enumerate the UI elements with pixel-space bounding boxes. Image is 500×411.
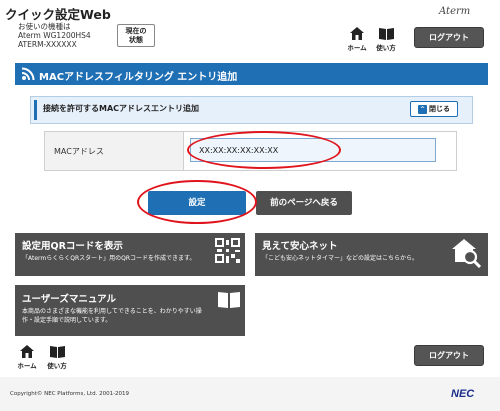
- device-name: ATERM-XXXXXX: [18, 40, 77, 49]
- device-model: Aterm WG1200HS4: [18, 31, 91, 40]
- collapse-button[interactable]: ^ 閉じる: [410, 101, 458, 117]
- safe-net-tile-title: 見えて安心ネット: [262, 241, 338, 252]
- logout-button[interactable]: ログアウト: [414, 27, 484, 48]
- house-search-icon: [452, 239, 481, 268]
- back-button[interactable]: 前のページへ戻る: [256, 191, 352, 215]
- manual-label: 使い方: [376, 44, 396, 52]
- safe-net-tile-desc: 「こども安心ネットタイマー」などの設定はこちらから。: [262, 255, 419, 262]
- status-button-line1: 現在の: [125, 27, 147, 35]
- qr-code-icon: [215, 238, 240, 263]
- button-highlight-circle: [137, 180, 257, 224]
- qr-tile-title: 設定用QRコードを表示: [22, 241, 123, 252]
- page: クイック設定Web お使いの機種は Aterm WG1200HS4 ATERM-…: [0, 0, 500, 411]
- book-icon: [49, 346, 65, 358]
- home-icon: [350, 27, 364, 40]
- current-status-button[interactable]: 現在の 状態: [117, 24, 155, 47]
- manual-nav[interactable]: 使い方: [374, 27, 398, 52]
- manual-tile-desc-line2: 作・設定手順で説明しています。: [22, 317, 112, 324]
- nec-logo: NEC: [451, 388, 475, 400]
- device-caption: お使いの機種は: [18, 22, 71, 31]
- user-manual-tile[interactable]: ユーザーズマニュアル 本商品のさまざまな機能を利用してできることを、わかりやすい…: [15, 285, 245, 336]
- qr-tile-desc: 「AtermらくらくQRスタート」用のQRコードを作成できます。: [22, 255, 196, 262]
- input-highlight-circle: [187, 131, 341, 169]
- book-icon: [378, 28, 394, 40]
- collapse-label: 閉じる: [429, 105, 450, 113]
- wifi-icon: [21, 67, 35, 81]
- home-nav[interactable]: ホーム: [345, 27, 369, 52]
- book-icon: [218, 292, 240, 308]
- footer-home-nav[interactable]: ホーム: [15, 345, 39, 370]
- home-label: ホーム: [347, 44, 367, 52]
- mac-address-label: MACアドレス: [54, 147, 104, 156]
- status-button-line2: 状態: [129, 36, 143, 44]
- qr-code-tile[interactable]: 設定用QRコードを表示 「AtermらくらくQRスタート」用のQRコードを作成で…: [15, 233, 245, 276]
- app-title: クイック設定Web: [5, 7, 111, 22]
- panel-accent-bar: [34, 100, 37, 120]
- chevron-up-icon: ^: [418, 104, 427, 114]
- aterm-logo: Aterm: [439, 6, 471, 17]
- footer-manual-nav[interactable]: 使い方: [45, 345, 69, 370]
- footer-logout-button[interactable]: ログアウト: [414, 345, 484, 366]
- section-title: MACアドレスフィルタリング エントリ追加: [39, 72, 238, 83]
- manual-tile-title: ユーザーズマニュアル: [22, 294, 117, 305]
- home-icon: [20, 345, 34, 358]
- footer-home-label: ホーム: [17, 362, 37, 370]
- manual-tile-desc-line1: 本商品のさまざまな機能を利用してできることを、わかりやすい操: [22, 308, 202, 315]
- copyright-text: Copyright© NEC Platforms, Ltd. 2001-2019: [10, 391, 130, 397]
- safe-net-tile[interactable]: 見えて安心ネット 「こども安心ネットタイマー」などの設定はこちらから。: [255, 233, 488, 276]
- footer-manual-label: 使い方: [47, 362, 67, 370]
- panel-title: 接続を許可するMACアドレスエントリ追加: [43, 104, 200, 113]
